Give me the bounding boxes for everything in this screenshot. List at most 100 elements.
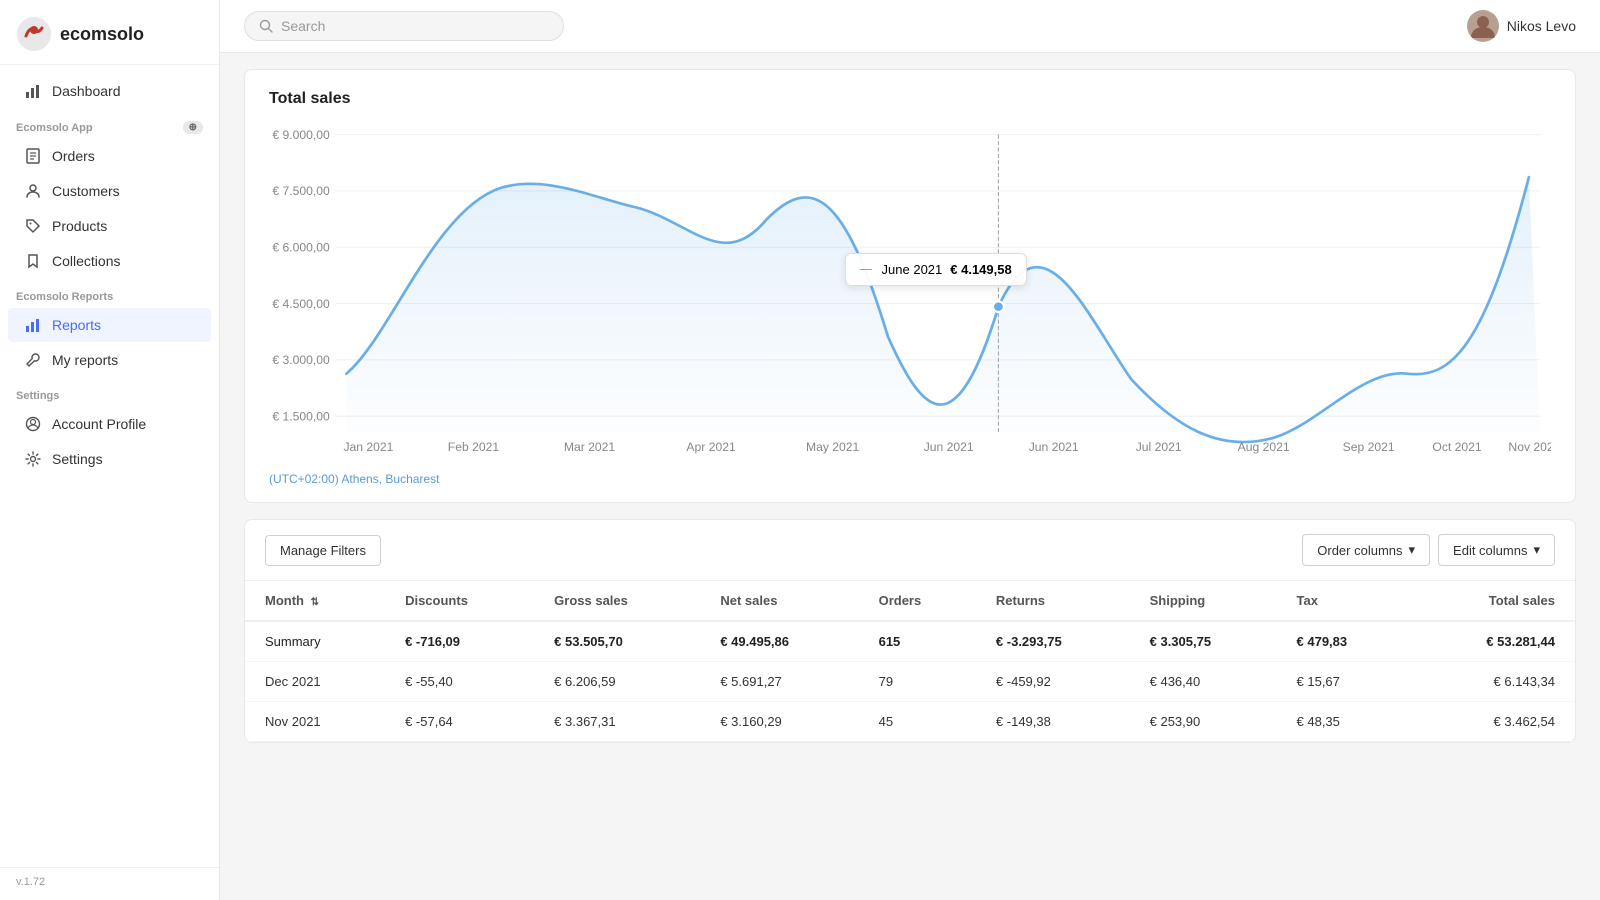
bookmark-icon	[24, 252, 42, 270]
table-header-row: Month ⇅ Discounts Gross sales Net sales …	[245, 581, 1575, 621]
gear-icon	[24, 450, 42, 468]
svg-text:Jun 2021: Jun 2021	[1029, 440, 1079, 454]
svg-text:€ 9.000,00: € 9.000,00	[272, 128, 330, 142]
col-month: Month ⇅	[245, 581, 389, 621]
svg-text:Aug 2021: Aug 2021	[1238, 440, 1290, 454]
col-tax: Tax	[1281, 581, 1411, 621]
topbar: Search Nikos Levo	[220, 0, 1600, 53]
dashboard-label: Dashboard	[52, 83, 121, 99]
col-returns: Returns	[980, 581, 1134, 621]
col-orders: Orders	[863, 581, 980, 621]
table-cell: Nov 2021	[245, 702, 389, 742]
customers-label: Customers	[52, 183, 120, 199]
search-placeholder: Search	[281, 18, 325, 34]
sidebar-item-customers[interactable]: Customers	[8, 174, 211, 208]
table-cell: € 48,35	[1281, 702, 1411, 742]
table-cell: 45	[863, 702, 980, 742]
table-cell: 79	[863, 662, 980, 702]
col-shipping: Shipping	[1134, 581, 1281, 621]
table-cell: € 3.367,31	[538, 702, 704, 742]
toolbar-right: Order columns ▾ Edit columns ▾	[1302, 534, 1555, 566]
user-name: Nikos Levo	[1507, 18, 1576, 34]
table-cell: € 49.495,86	[704, 621, 862, 662]
table-card: Manage Filters Order columns ▾ Edit colu…	[244, 519, 1576, 743]
reports-label: Reports	[52, 317, 101, 333]
app-name: ecomsolo	[60, 24, 144, 45]
svg-text:€ 1.500,00: € 1.500,00	[272, 410, 330, 424]
orders-label: Orders	[52, 148, 95, 164]
section-app-label: Ecomsolo App ⊕	[0, 109, 219, 138]
svg-text:Feb 2021: Feb 2021	[448, 440, 500, 454]
svg-text:Apr 2021: Apr 2021	[686, 440, 736, 454]
sales-table: Month ⇅ Discounts Gross sales Net sales …	[245, 581, 1575, 742]
table-row: Dec 2021€ -55,40€ 6.206,59€ 5.691,2779€ …	[245, 662, 1575, 702]
svg-text:€ 4.500,00: € 4.500,00	[272, 297, 330, 311]
chart-title: Total sales	[269, 90, 1551, 108]
table-cell: € 253,90	[1134, 702, 1281, 742]
table-cell: € -459,92	[980, 662, 1134, 702]
svg-text:Oct 2021: Oct 2021	[1432, 440, 1482, 454]
chart-container: € 9.000,00 € 7.500,00 € 6.000,00 € 4.500…	[269, 124, 1551, 464]
account-profile-label: Account Profile	[52, 416, 146, 432]
my-reports-label: My reports	[52, 352, 118, 368]
table-cell: 615	[863, 621, 980, 662]
svg-text:Jun 2021: Jun 2021	[924, 440, 974, 454]
sidebar-item-dashboard[interactable]: Dashboard	[8, 74, 211, 108]
svg-text:€ 6.000,00: € 6.000,00	[272, 241, 330, 255]
table-cell: € 15,67	[1281, 662, 1411, 702]
table-cell: € -55,40	[389, 662, 538, 702]
table-cell: € 3.160,29	[704, 702, 862, 742]
svg-text:Sep 2021: Sep 2021	[1343, 440, 1395, 454]
table-row: Nov 2021€ -57,64€ 3.367,31€ 3.160,2945 € …	[245, 702, 1575, 742]
logo-icon	[16, 16, 52, 52]
table-cell: € 3.305,75	[1134, 621, 1281, 662]
sidebar-item-reports[interactable]: Reports	[8, 308, 211, 342]
order-columns-button[interactable]: Order columns ▾	[1302, 534, 1430, 566]
manage-filters-button[interactable]: Manage Filters	[265, 535, 381, 566]
person-icon	[24, 182, 42, 200]
section-settings-label: Settings	[0, 378, 219, 406]
receipt-icon	[24, 147, 42, 165]
col-discounts: Discounts	[389, 581, 538, 621]
sidebar-item-settings[interactable]: Settings	[8, 442, 211, 476]
svg-text:€ 3.000,00: € 3.000,00	[272, 353, 330, 367]
chart-card: Total sales € 9.000,00 € 7.500,00 € 6.00…	[244, 69, 1576, 503]
sidebar-item-collections[interactable]: Collections	[8, 244, 211, 278]
table-cell: € 5.691,27	[704, 662, 862, 702]
search-icon	[259, 19, 273, 33]
sort-icon: ⇅	[311, 597, 319, 608]
tag-icon	[24, 217, 42, 235]
table-cell: € 3.462,54	[1410, 702, 1575, 742]
sidebar-item-orders[interactable]: Orders	[8, 139, 211, 173]
sidebar-item-my-reports[interactable]: My reports	[8, 343, 211, 377]
svg-text:May 2021: May 2021	[806, 440, 860, 454]
products-label: Products	[52, 218, 107, 234]
sidebar-item-products[interactable]: Products	[8, 209, 211, 243]
sidebar-item-account-profile[interactable]: Account Profile	[8, 407, 211, 441]
sidebar: ecomsolo Dashboard Ecomsolo App ⊕ Orders…	[0, 0, 220, 900]
collections-label: Collections	[52, 253, 120, 269]
table-cell: € 6.206,59	[538, 662, 704, 702]
table-cell: Dec 2021	[245, 662, 389, 702]
table-cell: € 479,83	[1281, 621, 1411, 662]
svg-text:Jan 2021: Jan 2021	[343, 440, 393, 454]
chart-timezone: (UTC+02:00) Athens, Bucharest	[269, 472, 1551, 486]
chevron-down-icon2: ▾	[1533, 542, 1540, 558]
user-area[interactable]: Nikos Levo	[1467, 10, 1576, 42]
section-badge: ⊕	[183, 121, 203, 134]
svg-text:Mar 2021: Mar 2021	[564, 440, 616, 454]
table-cell: € 436,40	[1134, 662, 1281, 702]
table-body: Summary€ -716,09€ 53.505,70€ 49.495,8661…	[245, 621, 1575, 742]
settings-label: Settings	[52, 451, 103, 467]
table-cell: € -716,09	[389, 621, 538, 662]
svg-text:Nov 2021: Nov 2021	[1508, 440, 1551, 454]
bar-chart-icon	[24, 82, 42, 100]
table-cell: € -57,64	[389, 702, 538, 742]
main-area: Search Nikos Levo Total sales	[220, 0, 1600, 900]
table-toolbar: Manage Filters Order columns ▾ Edit colu…	[245, 520, 1575, 581]
table-cell: € 6.143,34	[1410, 662, 1575, 702]
search-box[interactable]: Search	[244, 11, 564, 41]
svg-text:€ 7.500,00: € 7.500,00	[272, 184, 330, 198]
edit-columns-button[interactable]: Edit columns ▾	[1438, 534, 1555, 566]
col-gross-sales: Gross sales	[538, 581, 704, 621]
